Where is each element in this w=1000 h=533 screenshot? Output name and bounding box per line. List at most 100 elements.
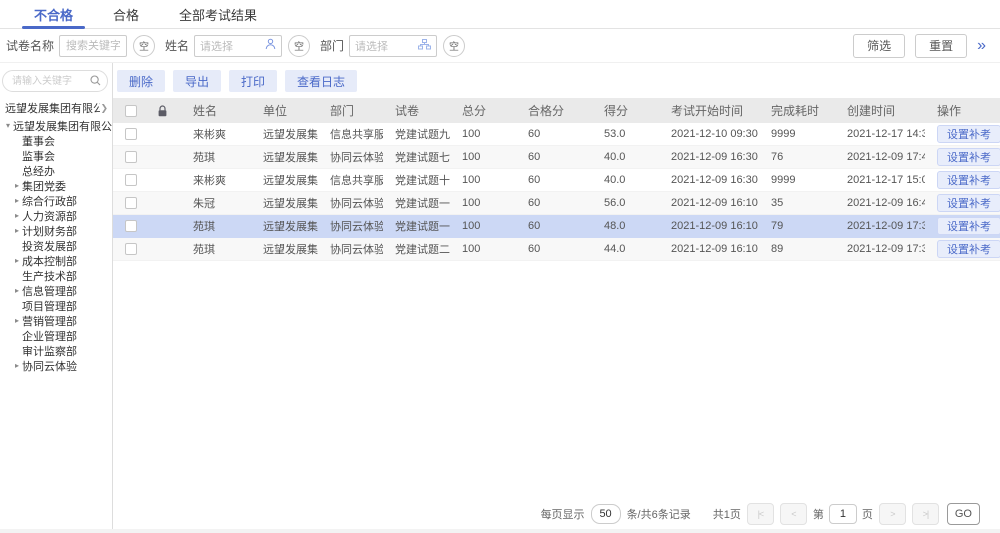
cell-duration: 9999 xyxy=(759,174,835,186)
row-checkbox[interactable] xyxy=(125,174,137,186)
header-unit[interactable]: 单位 xyxy=(251,102,318,119)
row-action-cell: 设置补考 xyxy=(925,217,1000,235)
row-action-cell: 设置补考 xyxy=(925,194,1000,212)
first-page-button[interactable]: |< xyxy=(747,503,774,525)
person-name-placeholder: 请选择 xyxy=(200,38,265,54)
person-clear-button[interactable]: 空 xyxy=(288,35,310,57)
tab-all-results[interactable]: 全部考试结果 xyxy=(179,0,257,28)
org-tree-item[interactable]: 投资发展部 xyxy=(0,238,112,253)
paper-clear-button[interactable]: 空 xyxy=(133,35,155,57)
tab-passed[interactable]: 合格 xyxy=(113,0,139,28)
export-button[interactable]: 导出 xyxy=(173,70,221,92)
page-number-input[interactable] xyxy=(829,504,857,524)
cell-pass-score: 60 xyxy=(516,128,592,140)
org-tree-item[interactable]: 监事会 xyxy=(0,148,112,163)
last-page-button[interactable]: >| xyxy=(912,503,939,525)
org-tree-item[interactable]: ▸ 协同云体验 xyxy=(0,358,112,373)
row-checkbox[interactable] xyxy=(125,151,137,163)
table-body: 来彬爽远望发展集...信息共享服...党建试题九1006053.02021-12… xyxy=(113,123,1000,261)
org-tree-item[interactable]: ▾ 远望发展集团有限公司 xyxy=(0,118,112,133)
print-button[interactable]: 打印 xyxy=(229,70,277,92)
filter-button[interactable]: 筛选 xyxy=(853,34,905,58)
org-tree-item[interactable]: 企业管理部 xyxy=(0,328,112,343)
row-checkbox[interactable] xyxy=(125,243,137,255)
header-pass-score[interactable]: 合格分 xyxy=(516,102,592,119)
tree-arrow-icon[interactable]: ▸ xyxy=(12,286,22,295)
tree-item-label: 计划财务部 xyxy=(22,223,77,239)
org-selector[interactable]: 远望发展集团有限公司 ❯ xyxy=(0,100,112,116)
header-start-time[interactable]: 考试开始时间 xyxy=(659,102,759,119)
header-name[interactable]: 姓名 xyxy=(181,102,251,119)
tree-arrow-icon[interactable]: ▸ xyxy=(12,211,22,220)
tree-arrow-icon[interactable]: ▸ xyxy=(12,316,22,325)
header-action: 操作 xyxy=(925,102,1000,119)
go-button[interactable]: GO xyxy=(947,503,980,525)
cell-total-score: 100 xyxy=(450,243,516,255)
header-created-time[interactable]: 创建时间 xyxy=(835,102,925,119)
org-tree-item[interactable]: ▸ 计划财务部 xyxy=(0,223,112,238)
header-score[interactable]: 得分 xyxy=(592,102,659,119)
header-duration[interactable]: 完成耗时 xyxy=(759,102,835,119)
set-retake-button[interactable]: 设置补考 xyxy=(937,125,1000,143)
set-retake-button[interactable]: 设置补考 xyxy=(937,171,1000,189)
set-retake-button[interactable]: 设置补考 xyxy=(937,194,1000,212)
org-tree-item[interactable]: 项目管理部 xyxy=(0,298,112,313)
department-clear-label: 空 xyxy=(449,38,459,53)
org-tree-item[interactable]: ▸ 人力资源部 xyxy=(0,208,112,223)
org-tree-item[interactable]: 审计监察部 xyxy=(0,343,112,358)
org-tree-item[interactable]: ▸ 综合行政部 xyxy=(0,193,112,208)
org-tree-item[interactable]: 董事会 xyxy=(0,133,112,148)
horizontal-scrollbar[interactable] xyxy=(0,529,1000,533)
records-count-text: 条/共6条记录 xyxy=(627,506,691,522)
delete-button[interactable]: 删除 xyxy=(117,70,165,92)
cell-unit: 远望发展集... xyxy=(251,195,318,211)
tree-arrow-icon[interactable]: ▸ xyxy=(12,256,22,265)
view-log-button[interactable]: 查看日志 xyxy=(285,70,357,92)
tree-arrow-icon[interactable]: ▸ xyxy=(12,196,22,205)
header-paper[interactable]: 试卷 xyxy=(383,102,450,119)
set-retake-button[interactable]: 设置补考 xyxy=(937,148,1000,166)
table-row[interactable]: 苑琪远望发展集...协同云体验党建试题一1006048.02021-12-09 … xyxy=(113,215,1000,238)
table-row[interactable]: 苑琪远望发展集...协同云体验党建试题二1006044.02021-12-09 … xyxy=(113,238,1000,261)
tree-arrow-icon[interactable]: ▾ xyxy=(3,121,13,130)
per-page-input[interactable] xyxy=(591,504,621,524)
tree-item-label: 协同云体验 xyxy=(22,358,77,374)
department-select[interactable]: 请选择 xyxy=(349,35,437,57)
select-all-checkbox[interactable] xyxy=(125,105,137,117)
reset-button[interactable]: 重置 xyxy=(915,34,967,58)
table-row[interactable]: 来彬爽远望发展集...信息共享服...党建试题十1006040.02021-12… xyxy=(113,169,1000,192)
cell-pass-score: 60 xyxy=(516,151,592,163)
department-clear-button[interactable]: 空 xyxy=(443,35,465,57)
table-row[interactable]: 苑琪远望发展集...协同云体验党建试题七1006040.02021-12-09 … xyxy=(113,146,1000,169)
expand-filters-icon[interactable]: » xyxy=(977,38,986,54)
table-row[interactable]: 朱冠远望发展集...协同云体验党建试题一1006056.02021-12-09 … xyxy=(113,192,1000,215)
tree-arrow-icon[interactable]: ▸ xyxy=(12,361,22,370)
org-tree-item[interactable]: ▸ 成本控制部 xyxy=(0,253,112,268)
prev-page-button[interactable]: < xyxy=(780,503,807,525)
org-tree-item[interactable]: ▸ 集团党委 xyxy=(0,178,112,193)
row-checkbox[interactable] xyxy=(125,220,137,232)
tab-failed[interactable]: 不合格 xyxy=(34,0,73,28)
tree-arrow-icon[interactable]: ▸ xyxy=(12,226,22,235)
tree-arrow-icon[interactable]: ▸ xyxy=(12,181,22,190)
next-page-button[interactable]: > xyxy=(879,503,906,525)
header-dept[interactable]: 部门 xyxy=(318,102,383,119)
person-name-select[interactable]: 请选择 xyxy=(194,35,282,57)
org-tree-item[interactable]: ▸ 营销管理部 xyxy=(0,313,112,328)
row-checkbox[interactable] xyxy=(125,128,137,140)
set-retake-button[interactable]: 设置补考 xyxy=(937,240,1000,258)
cell-paper: 党建试题七 xyxy=(383,149,450,165)
header-total-score[interactable]: 总分 xyxy=(450,102,516,119)
cell-start-time: 2021-12-09 16:10 xyxy=(659,220,759,232)
row-checkbox[interactable] xyxy=(125,197,137,209)
paper-name-input[interactable] xyxy=(59,35,127,57)
cell-name: 朱冠 xyxy=(181,195,251,211)
set-retake-button[interactable]: 设置补考 xyxy=(937,217,1000,235)
org-tree-item[interactable]: 生产技术部 xyxy=(0,268,112,283)
cell-duration: 35 xyxy=(759,197,835,209)
org-tree-item[interactable]: 总经办 xyxy=(0,163,112,178)
org-tree-item[interactable]: ▸ 信息管理部 xyxy=(0,283,112,298)
table-row[interactable]: 来彬爽远望发展集...信息共享服...党建试题九1006053.02021-12… xyxy=(113,123,1000,146)
paper-name-label: 试卷名称 xyxy=(6,37,54,54)
department-label: 部门 xyxy=(320,37,344,54)
